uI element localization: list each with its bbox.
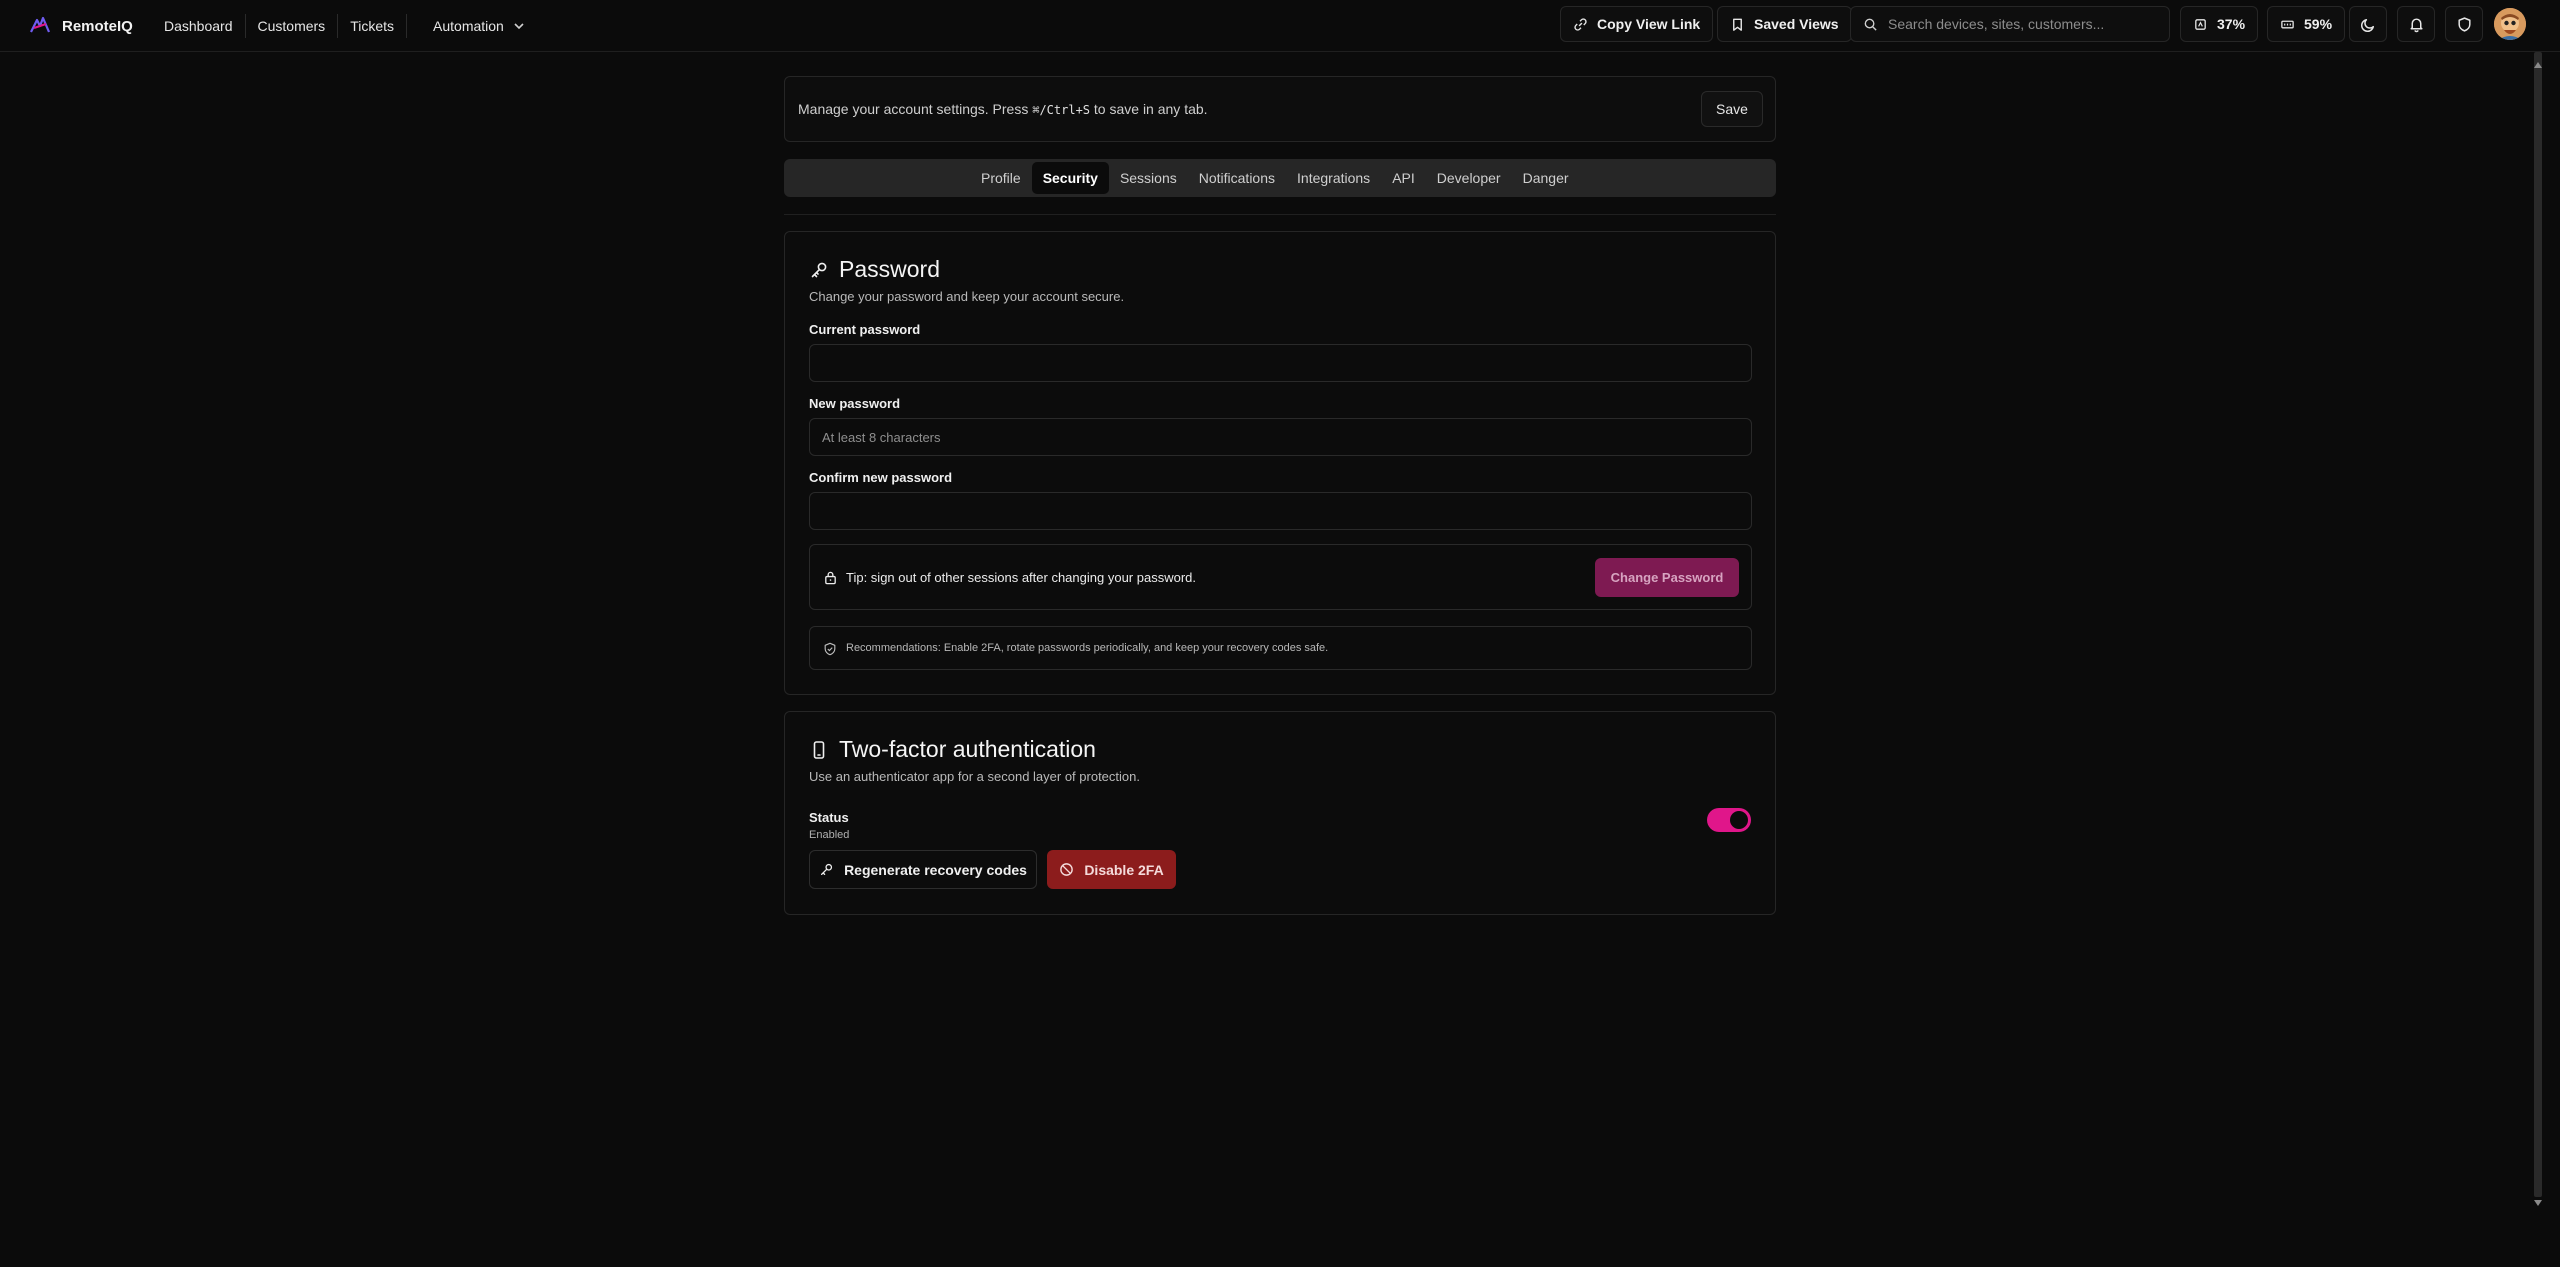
save-shortcut: ⌘/Ctrl+S <box>1032 103 1091 117</box>
nav-dashboard[interactable]: Dashboard <box>152 14 246 38</box>
settings-message-suffix: to save in any tab. <box>1090 101 1208 117</box>
saved-views-button[interactable]: Saved Views <box>1717 6 1852 42</box>
password-title: Password <box>839 256 940 282</box>
logo-icon <box>30 16 51 33</box>
key-icon <box>811 262 827 277</box>
app-name: RemoteIQ <box>62 17 133 35</box>
settings-header: Manage your account settings. Press ⌘/Ct… <box>784 76 1776 142</box>
main-nav: Dashboard Customers Tickets Automation <box>152 0 538 52</box>
copy-view-link-button[interactable]: Copy View Link <box>1560 6 1714 42</box>
top-navigation: RemoteIQ Dashboard Customers Tickets Aut… <box>0 0 2560 52</box>
new-password-field[interactable] <box>809 418 1752 456</box>
bell-icon <box>2409 17 2423 32</box>
scroll-up-arrow[interactable] <box>2534 62 2542 68</box>
two-factor-status-value: Enabled <box>809 829 850 841</box>
saved-views-label: Saved Views <box>1754 16 1839 32</box>
change-password-button[interactable]: Change Password <box>1595 558 1739 597</box>
tab-integrations[interactable]: Integrations <box>1286 162 1381 194</box>
tab-notifications[interactable]: Notifications <box>1188 162 1286 194</box>
smartphone-icon <box>813 740 825 759</box>
tab-developer[interactable]: Developer <box>1426 162 1512 194</box>
tab-security[interactable]: Security <box>1031 162 1109 194</box>
two-factor-card-title: Two-factor authentication <box>809 736 1096 763</box>
logo[interactable]: RemoteIQ <box>28 14 133 38</box>
password-card-title: Password <box>809 256 940 283</box>
tab-danger[interactable]: Danger <box>1512 162 1580 194</box>
bookmark-icon <box>1733 18 1742 31</box>
disable-2fa-label: Disable 2FA <box>1084 861 1164 878</box>
regenerate-label: Regenerate recovery codes <box>844 861 1027 878</box>
global-search[interactable] <box>1850 6 2170 42</box>
toggle-knob <box>1730 811 1748 829</box>
ban-icon <box>1060 863 1074 876</box>
copy-view-link-label: Copy View Link <box>1597 16 1701 32</box>
confirm-password-field[interactable] <box>809 492 1752 530</box>
scroll-down-arrow[interactable] <box>2534 1200 2542 1206</box>
security-button[interactable] <box>2445 6 2483 42</box>
two-factor-subtitle: Use an authenticator app for a second la… <box>809 769 1140 784</box>
nav-automation-label: Automation <box>433 18 504 34</box>
current-password-label: Current password <box>809 322 921 337</box>
search-input[interactable] <box>1888 16 2157 32</box>
password-subtitle: Change your password and keep your accou… <box>809 289 1125 304</box>
current-password-field[interactable] <box>809 344 1752 382</box>
cpu-icon <box>2195 18 2206 30</box>
settings-tabs: Profile Security Sessions Notifications … <box>784 159 1776 197</box>
search-icon <box>1864 18 1877 31</box>
shield-check-icon <box>824 642 836 656</box>
recommendations-box: Recommendations: Enable 2FA, rotate pass… <box>809 626 1752 670</box>
notifications-button[interactable] <box>2397 6 2435 42</box>
avatar-image <box>2494 8 2526 40</box>
shield-icon <box>2457 16 2471 32</box>
password-tip-text: Tip: sign out of other sessions after ch… <box>846 570 1196 585</box>
two-factor-card: Two-factor authentication Use an authent… <box>784 711 1776 915</box>
moon-icon <box>2360 18 2374 32</box>
cpu-usage-indicator[interactable]: 37% <box>2180 6 2259 42</box>
password-tip-box: Tip: sign out of other sessions after ch… <box>809 544 1752 610</box>
nav-customers[interactable]: Customers <box>246 14 339 38</box>
memory-percent: 59% <box>2304 16 2333 32</box>
memory-icon <box>2281 20 2294 28</box>
two-factor-status-label: Status <box>809 810 849 825</box>
tabs-divider <box>784 214 1776 215</box>
nav-automation[interactable]: Automation <box>421 14 538 38</box>
nav-tickets[interactable]: Tickets <box>338 14 408 38</box>
tab-sessions[interactable]: Sessions <box>1109 162 1188 194</box>
new-password-label: New password <box>809 396 901 411</box>
disable-2fa-button[interactable]: Disable 2FA <box>1047 850 1176 889</box>
settings-message-prefix: Manage your account settings. Press <box>798 101 1033 117</box>
password-card: Password Change your password and keep y… <box>784 231 1776 695</box>
tab-profile[interactable]: Profile <box>970 162 1032 194</box>
memory-usage-indicator[interactable]: 59% <box>2267 6 2346 42</box>
settings-message: Manage your account settings. Press ⌘/Ct… <box>798 101 1208 117</box>
regenerate-recovery-codes-button[interactable]: Regenerate recovery codes <box>809 850 1037 889</box>
theme-toggle-button[interactable] <box>2349 6 2387 42</box>
confirm-password-label: Confirm new password <box>809 470 953 485</box>
cpu-percent: 37% <box>2217 16 2246 32</box>
key-icon <box>821 863 833 876</box>
link-icon <box>1574 17 1587 31</box>
page-scrollbar[interactable] <box>2532 52 2544 1212</box>
chevron-down-icon <box>514 23 524 30</box>
two-factor-toggle[interactable] <box>1707 808 1751 832</box>
scrollbar-thumb[interactable] <box>2534 52 2542 1197</box>
tab-api[interactable]: API <box>1381 162 1426 194</box>
two-factor-title: Two-factor authentication <box>839 736 1096 762</box>
recommendations-text: Recommendations: Enable 2FA, rotate pass… <box>846 642 1329 654</box>
user-avatar[interactable] <box>2494 8 2526 40</box>
lock-icon <box>825 571 836 585</box>
save-button[interactable]: Save <box>1701 91 1763 127</box>
